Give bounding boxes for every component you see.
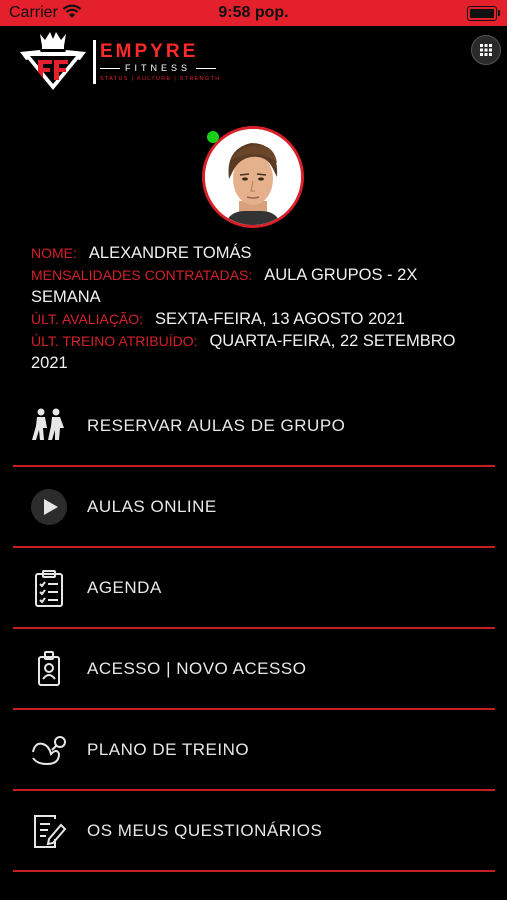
grid-icon xyxy=(480,44,492,56)
arm-dumbbell-icon xyxy=(29,730,69,770)
evaluation-label: ÚLT. AVALIAÇÃO: xyxy=(31,311,144,327)
logo-divider xyxy=(93,40,96,84)
menu-label: ACESSO | NOVO ACESSO xyxy=(87,658,307,678)
user-portrait-icon xyxy=(205,129,301,225)
training-label: ÚLT. TREINO ATRIBUÍDO: xyxy=(31,333,198,349)
play-icon xyxy=(29,487,69,527)
name-value: ALEXANDRE TOMÁS xyxy=(88,244,252,262)
menu-label: AGENDA xyxy=(87,577,162,597)
training-row: ÚLT. TREINO ATRIBUÍDO: QUARTA-FEIRA, 22 S… xyxy=(31,330,471,374)
menu-item-training-plan[interactable]: PLANO DE TREINO xyxy=(13,710,495,791)
menu-item-group-classes[interactable]: RESERVAR AULAS DE GRUPO xyxy=(13,386,495,467)
plan-row: MENSALIDADES CONTRATADAS: AULA GRUPOS - 2… xyxy=(31,264,471,308)
menu-item-questionnaires[interactable]: OS MEUS QUESTIONÁRIOS xyxy=(13,791,495,872)
form-pencil-icon xyxy=(29,811,69,851)
menu-label: PLANO DE TREINO xyxy=(87,739,250,759)
menu-item-access[interactable]: ACESSO | NOVO ACESSO xyxy=(13,629,495,710)
plan-label: MENSALIDADES CONTRATADAS: xyxy=(31,267,253,283)
empyre-crest-icon xyxy=(20,32,86,90)
group-runners-icon xyxy=(29,406,69,446)
name-row: NOME: ALEXANDRE TOMÁS xyxy=(31,242,471,264)
evaluation-row: ÚLT. AVALIAÇÃO: SEXTA-FEIRA, 13 AGOSTO 20… xyxy=(31,308,471,330)
apps-grid-button[interactable] xyxy=(471,35,501,65)
brand-tagline: STATUS | KULTURE | STRENGTH xyxy=(100,76,221,82)
battery-fill xyxy=(470,9,494,18)
evaluation-value: SEXTA-FEIRA, 13 AGOSTO 2021 xyxy=(155,310,405,328)
brand-text: EMPYRE FITNESS STATUS | KULTURE | STRENG… xyxy=(100,41,221,82)
profile-info: NOME: ALEXANDRE TOMÁS MENSALIDADES CONTRA… xyxy=(31,242,471,374)
menu-item-online-classes[interactable]: AULAS ONLINE xyxy=(13,467,495,548)
menu-label: OS MEUS QUESTIONÁRIOS xyxy=(87,820,323,840)
menu-label: AULAS ONLINE xyxy=(87,496,217,516)
menu-item-agenda[interactable]: AGENDA xyxy=(13,548,495,629)
clock-time: 9:58 pop. xyxy=(218,4,289,21)
battery-icon xyxy=(467,6,500,21)
name-label: NOME: xyxy=(31,245,77,261)
status-bar: Carrier 9:58 pop. xyxy=(0,0,507,26)
main-menu: RESERVAR AULAS DE GRUPO AULAS ONLINE AGE… xyxy=(13,386,495,872)
brand-subtitle: FITNESS xyxy=(100,63,216,73)
online-status-dot xyxy=(207,131,219,143)
avatar xyxy=(202,126,304,228)
profile-avatar[interactable] xyxy=(202,126,304,228)
id-badge-icon xyxy=(29,649,69,689)
menu-label: RESERVAR AULAS DE GRUPO xyxy=(87,415,346,435)
clipboard-checklist-icon xyxy=(29,568,69,608)
brand-name: EMPYRE xyxy=(100,41,199,62)
